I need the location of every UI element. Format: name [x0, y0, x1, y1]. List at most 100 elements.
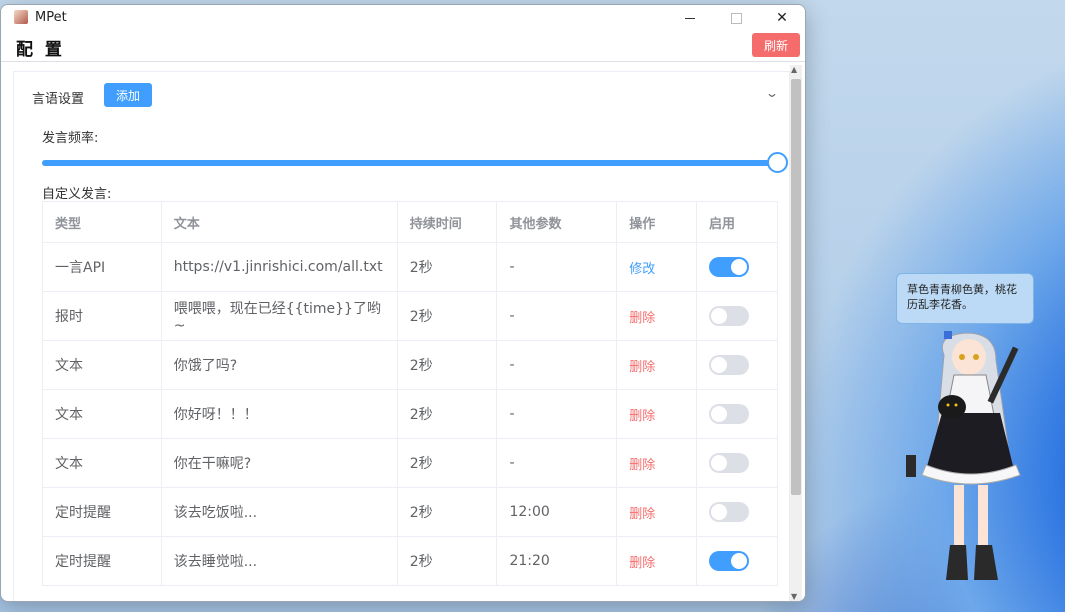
cell-text: 该去睡觉啦... [160, 536, 398, 586]
cell-type: 定时提醒 [42, 536, 162, 586]
minimize-button[interactable] [667, 5, 713, 31]
custom-speech-label: 自定义发言: [42, 187, 112, 202]
cell-params: - [496, 389, 618, 439]
cell-type: 文本 [42, 389, 162, 439]
scroll-thumb[interactable] [791, 79, 801, 495]
scroll-down-arrow-icon[interactable]: ▼ [791, 592, 797, 601]
enable-toggle[interactable] [709, 355, 750, 375]
speech-settings-panel: 言语设置 添加 ⌄ 发言频率: 自定义发言: 类型 文本 持续时间 其他参数 操… [13, 71, 790, 601]
table-row: 文本 你饿了吗? 2秒 - 删除 [42, 340, 778, 390]
cell-type: 报时 [42, 291, 162, 341]
cell-action: 删除 [616, 389, 698, 439]
toggle-knob [711, 357, 728, 373]
cell-text: https://v1.jinrishici.com/all.txt [160, 242, 398, 292]
table-row: 报时 喂喂喂，现在已经{{time}}了哟~ 2秒 - 删除 [42, 291, 778, 341]
toggle-knob [711, 455, 728, 471]
cell-enabled [696, 438, 778, 488]
desktop-pet-character[interactable] [896, 325, 1046, 593]
enable-toggle[interactable] [709, 404, 750, 424]
chevron-down-icon[interactable]: ⌄ [765, 86, 779, 100]
scroll-up-arrow-icon[interactable]: ▲ [791, 65, 797, 74]
maximize-icon [730, 12, 742, 24]
header-text: 文本 [160, 201, 398, 243]
page-header: 配 置 刷新 [1, 31, 805, 62]
enable-toggle[interactable] [709, 306, 750, 326]
cell-text: 你好呀！！！ [160, 389, 398, 439]
delete-link[interactable]: 删除 [629, 409, 655, 424]
cell-text: 喂喂喂，现在已经{{time}}了哟~ [160, 291, 398, 341]
cell-enabled [696, 242, 778, 292]
cell-action: 修改 [616, 242, 698, 292]
cell-params: - [496, 291, 618, 341]
add-button[interactable]: 添加 [104, 83, 152, 107]
table-row: 文本 你在干嘛呢? 2秒 - 删除 [42, 438, 778, 488]
app-icon [14, 10, 28, 24]
speech-table: 类型 文本 持续时间 其他参数 操作 启用 一言API https://v1.j… [42, 201, 778, 586]
delete-link[interactable]: 删除 [629, 458, 655, 473]
enable-toggle[interactable] [709, 502, 750, 522]
table-row: 定时提醒 该去吃饭啦... 2秒 12:00 删除 [42, 487, 778, 537]
delete-link[interactable]: 删除 [629, 311, 655, 326]
frequency-slider[interactable] [42, 160, 778, 166]
enable-toggle[interactable] [709, 453, 750, 473]
cell-action: 删除 [616, 536, 698, 586]
title-bar[interactable]: MPet ✕ [1, 5, 805, 31]
table-row: 文本 你好呀！！！ 2秒 - 删除 [42, 389, 778, 439]
enable-toggle[interactable] [709, 257, 750, 277]
delete-link[interactable]: 删除 [629, 556, 655, 571]
delete-link[interactable]: 删除 [629, 360, 655, 375]
frequency-label: 发言频率: [42, 131, 99, 146]
header-enabled: 启用 [696, 201, 778, 243]
cell-type: 文本 [42, 340, 162, 390]
slider-fill [42, 160, 778, 166]
section-title: 言语设置 [32, 92, 85, 107]
cell-enabled [696, 291, 778, 341]
cell-action: 删除 [616, 291, 698, 341]
vertical-scrollbar[interactable]: ▲ ▼ [790, 65, 802, 601]
close-button[interactable]: ✕ [759, 5, 805, 31]
toggle-knob [711, 308, 728, 324]
delete-link[interactable]: 删除 [629, 507, 655, 522]
cell-params: 12:00 [496, 487, 618, 537]
cell-duration: 2秒 [396, 438, 498, 488]
cell-type: 定时提醒 [42, 487, 162, 537]
table-row: 定时提醒 该去睡觉啦... 2秒 21:20 删除 [42, 536, 778, 586]
cell-enabled [696, 389, 778, 439]
app-title: MPet [35, 10, 67, 25]
cell-type: 一言API [42, 242, 162, 292]
cell-text: 你饿了吗? [160, 340, 398, 390]
cell-text: 该去吃饭啦... [160, 487, 398, 537]
toggle-knob [711, 504, 728, 520]
cell-enabled [696, 487, 778, 537]
collapse-header[interactable]: 言语设置 添加 ⌄ [14, 72, 789, 116]
pet-speech-bubble: 草色青青柳色黄，桃花历乱李花香。 [896, 273, 1034, 324]
edit-link[interactable]: 修改 [629, 262, 655, 277]
slider-handle[interactable] [767, 152, 788, 173]
table-row: 一言API https://v1.jinrishici.com/all.txt … [42, 242, 778, 292]
cell-action: 删除 [616, 438, 698, 488]
table-header-row: 类型 文本 持续时间 其他参数 操作 启用 [42, 201, 778, 243]
page-title: 配 置 [16, 40, 65, 60]
cell-text: 你在干嘛呢? [160, 438, 398, 488]
maximize-button[interactable] [713, 5, 759, 31]
minimize-icon [685, 17, 695, 19]
cell-duration: 2秒 [396, 389, 498, 439]
enable-toggle[interactable] [709, 551, 750, 571]
toggle-knob [711, 406, 728, 422]
header-params: 其他参数 [496, 201, 618, 243]
refresh-button[interactable]: 刷新 [752, 33, 800, 57]
close-icon: ✕ [776, 10, 788, 26]
cell-params: 21:20 [496, 536, 618, 586]
toggle-knob [731, 259, 748, 275]
cell-duration: 2秒 [396, 487, 498, 537]
cell-enabled [696, 340, 778, 390]
header-type: 类型 [42, 201, 162, 243]
config-window: MPet ✕ 配 置 刷新 言语设置 添加 ⌄ 发言频率: 自定义发言: 类型 [0, 4, 806, 602]
cell-enabled [696, 536, 778, 586]
header-action: 操作 [616, 201, 698, 243]
toggle-knob [731, 553, 748, 569]
cell-action: 删除 [616, 487, 698, 537]
cell-params: - [496, 438, 618, 488]
header-duration: 持续时间 [396, 201, 498, 243]
cell-duration: 2秒 [396, 291, 498, 341]
